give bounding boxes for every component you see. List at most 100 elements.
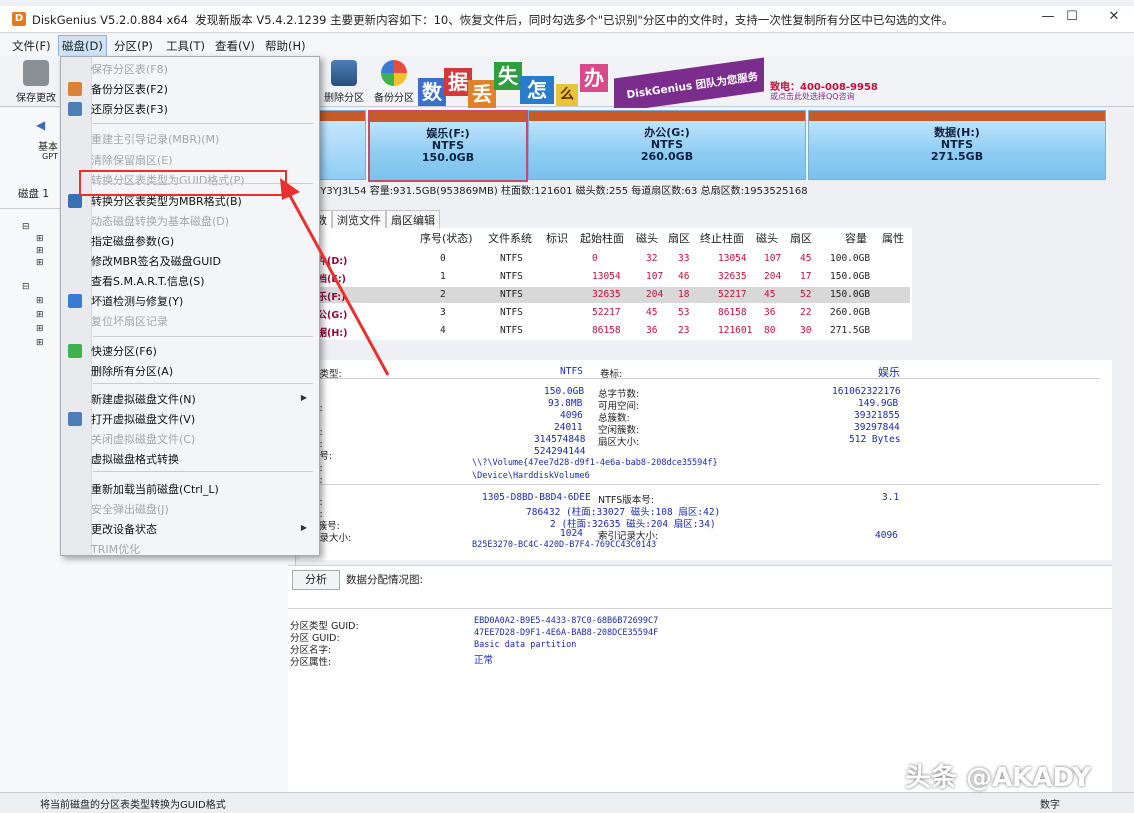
save-changes-button[interactable]: 保存更改 — [10, 60, 62, 104]
menu-disk[interactable]: 磁盘(D) — [58, 35, 107, 57]
menu-item[interactable]: 打开虚拟磁盘文件(V) — [91, 411, 195, 427]
app-title: DiskGenius V5.2.0.884 x64 — [32, 13, 188, 27]
save-icon — [23, 60, 49, 86]
update-notice: 发现新版本 V5.4.2.1239 主要更新内容如下：10、恢复文件后，同时勾选… — [195, 13, 954, 27]
menu-item: 动态磁盘转换为基本磁盘(D) — [91, 215, 230, 228]
partition-block-h[interactable]: 数据(H:) NTFS 271.5GB — [808, 110, 1106, 180]
prop-record-size: 1024 — [560, 528, 583, 539]
prop-guid: B25E3270-BC4C-420D-B7F4-769CC43C0143 — [472, 540, 657, 550]
delete-partition-button[interactable]: 删除分区 — [318, 60, 370, 104]
guid-part-value: 47EE7D28-D9F1-4E6A-BAB8-208DCE35594F — [474, 628, 659, 638]
close-button[interactable]: ✕ — [1096, 6, 1132, 28]
table-cell-eh: 80 — [764, 325, 776, 336]
col-header: 终止柱面 — [700, 232, 744, 245]
window-title: DiskGenius V5.2.0.884 x64 发现新版本 V5.4.2.1… — [32, 12, 953, 28]
menu-item: TRIM优化 — [91, 543, 141, 556]
menu-bar: 文件(F) 磁盘(D) 分区(P) 工具(T) 查看(V) 帮助(H) — [0, 34, 1134, 57]
prop-index-record: 4096 — [875, 530, 898, 541]
backup-partition-button[interactable]: 备份分区 — [368, 60, 420, 104]
table-cell-fs: NTFS — [500, 307, 523, 318]
tree-node[interactable]: ⊞ — [36, 338, 44, 348]
menu-view[interactable]: 查看(V) — [215, 38, 255, 54]
ad-banner[interactable]: 数 据 丢 失 怎 么 办 DiskGenius 团队为您服务 致电：400-0… — [418, 57, 878, 113]
table-cell-eh: 107 — [764, 253, 782, 264]
tree-node[interactable]: ⊟ — [22, 282, 30, 292]
table-cell-sc: 86158 — [592, 325, 621, 336]
banner-qq: 或点击此处选择QQ咨询 — [770, 92, 855, 101]
analyze-button[interactable]: 分析 — [292, 570, 340, 590]
table-cell-ec: 13054 — [718, 253, 747, 264]
partition-size: 150.0GB — [421, 151, 475, 164]
col-header: 磁头 — [756, 232, 778, 245]
menu-partition[interactable]: 分区(P) — [114, 38, 153, 54]
tree-node[interactable]: ⊞ — [36, 310, 44, 320]
backup-partition-label: 备份分区 — [374, 93, 414, 104]
table-cell-sc: 32635 — [592, 289, 621, 300]
menu-item: 复位坏扇区记录 — [91, 315, 168, 328]
table-cell-eh: 204 — [764, 271, 782, 282]
submenu-arrow-icon: ▶ — [300, 523, 307, 532]
table-cell-es: 17 — [800, 271, 812, 282]
prop-sector-size: 512 Bytes — [849, 434, 901, 445]
menu-item-icon — [68, 344, 82, 358]
col-header: 容量 — [845, 232, 867, 245]
menu-file[interactable]: 文件(F) — [12, 38, 51, 54]
status-numlock: 数字 — [1040, 800, 1060, 811]
menu-item[interactable]: 快速分区(F6) — [91, 343, 157, 359]
partition-block-g[interactable]: 办公(G:) NTFS 260.0GB — [528, 110, 806, 180]
col-header: 扇区 — [790, 232, 812, 245]
menu-item[interactable]: 修改MBR签名及磁盘GUID — [91, 253, 221, 269]
status-text: 将当前磁盘的分区表类型转换为GUID格式 — [40, 800, 226, 811]
menu-help[interactable]: 帮助(H) — [265, 38, 306, 54]
table-cell-cap: 271.5GB — [830, 325, 871, 336]
menu-item[interactable]: 新建虚拟磁盘文件(N) — [91, 391, 196, 407]
table-cell-sh: 107 — [646, 271, 664, 282]
partition-map: 娱乐(F:) NTFS 150.0GB 办公(G:) NTFS 260.0GB … — [290, 108, 1108, 182]
menu-item[interactable]: 删除所有分区(A) — [91, 363, 173, 379]
table-cell-ec: 86158 — [718, 307, 747, 318]
menu-item[interactable]: 查看S.M.A.R.T.信息(S) — [91, 273, 205, 289]
menu-item[interactable]: 备份分区表(F2) — [91, 81, 168, 97]
tree-node[interactable]: ⊞ — [36, 258, 44, 268]
menu-tools[interactable]: 工具(T) — [166, 38, 205, 54]
menu-item[interactable]: 虚拟磁盘格式转换 — [91, 451, 179, 467]
nav-back-icon[interactable]: ◀ — [36, 118, 45, 132]
tree-node[interactable]: ⊞ — [36, 246, 44, 256]
menu-item-icon — [68, 294, 82, 308]
prop-device-path: \Device\HarddiskVolume6 — [472, 471, 590, 481]
prop-ntfs-version: 3.1 — [882, 492, 900, 503]
annotation-arrow — [280, 178, 390, 376]
table-cell-ec: 121601 — [718, 325, 753, 336]
allocation-map-label: 数据分配情况图: — [346, 574, 424, 586]
maximize-button[interactable]: ☐ — [1054, 6, 1090, 28]
table-cell-ss: 46 — [678, 271, 690, 282]
table-cell-fs: NTFS — [500, 271, 523, 282]
table-cell-es: 52 — [800, 289, 812, 300]
menu-separator — [93, 471, 313, 472]
tree-node[interactable]: ⊞ — [36, 234, 44, 244]
menu-item[interactable]: 更改设备状态 — [91, 521, 157, 537]
menu-item[interactable]: 指定磁盘参数(G) — [91, 233, 174, 249]
prop-label: 扇区大小: — [598, 437, 640, 448]
banner-char-1: 数 — [418, 78, 446, 106]
tree-node[interactable]: ⊞ — [36, 296, 44, 306]
disk-gpt-label: GPT — [42, 152, 58, 161]
col-header: 扇区 — [668, 232, 690, 245]
table-cell-cap: 260.0GB — [830, 307, 871, 318]
table-cell-idx: 0 — [440, 253, 446, 264]
tree-node[interactable]: ⊞ — [36, 324, 44, 334]
app-icon: D — [12, 12, 26, 26]
prop-serial: 1305-D8BD-B8D4-6DEE — [482, 492, 591, 503]
menu-item[interactable]: 还原分区表(F3) — [91, 101, 168, 117]
partition-properties: 统类型: NTFS 卷标: 娱乐 间: 数: 数: 区号: 径: 径: 号: 号… — [300, 360, 1112, 560]
table-cell-idx: 2 — [440, 289, 446, 300]
menu-item[interactable]: 重新加载当前磁盘(Ctrl_L) — [91, 481, 219, 497]
table-cell-ss: 33 — [678, 253, 690, 264]
divider — [288, 608, 1112, 609]
banner-char-5: 怎 — [520, 76, 554, 104]
tree-node[interactable]: ⊟ — [22, 222, 30, 232]
partition-attr-value: 正常 — [474, 655, 494, 666]
guid-type-value: EBD0A0A2-B9E5-4433-87C0-68B6B72699C7 — [474, 616, 659, 626]
banner-char-7: 办 — [580, 64, 608, 92]
menu-item[interactable]: 坏道检测与修复(Y) — [91, 293, 183, 309]
